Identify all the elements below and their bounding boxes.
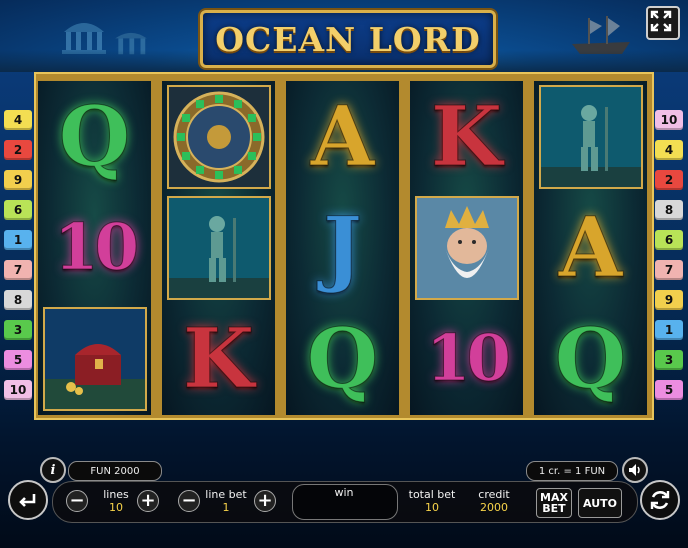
line-indicator-left-1: 1	[4, 230, 32, 250]
reel-3-symbol-3: Q	[286, 303, 399, 414]
ocean-lord-king-icon	[414, 195, 519, 300]
line-bet-value: 1	[222, 501, 230, 514]
line-indicator-left-3: 3	[4, 320, 32, 340]
info-button[interactable]: i	[40, 457, 66, 483]
back-arrow-icon	[19, 494, 36, 507]
reel-5-symbol-1	[534, 81, 647, 192]
reel-3-symbol-2: J	[286, 192, 399, 303]
total-bet-value: 10	[425, 501, 439, 514]
line-bet-label: line bet	[205, 488, 247, 501]
lines-increase-button[interactable]: +	[137, 490, 159, 512]
fun-balance: FUN 2000	[68, 461, 162, 481]
reel-1-symbol-1: Q	[38, 81, 151, 192]
reel-3-symbol-1: A	[286, 81, 399, 192]
line-indicator-left-5: 5	[4, 350, 32, 370]
line-indicator-right-3: 3	[655, 350, 683, 370]
info-icon: i	[50, 462, 56, 478]
line-indicator-left-8: 8	[4, 290, 32, 310]
symbol-K: K	[430, 88, 503, 185]
line-indicator-right-8: 8	[655, 200, 683, 220]
sound-button[interactable]	[622, 457, 648, 483]
reel-4: K 10	[410, 81, 523, 415]
lines-value: 10	[109, 501, 123, 514]
game-header: OCEAN LORD	[0, 0, 688, 72]
line-bet-increase-button[interactable]: +	[254, 490, 276, 512]
compass-medallion-icon	[166, 84, 271, 189]
auto-button[interactable]: AUTO	[578, 488, 622, 518]
mermaid-statue-icon	[538, 84, 643, 189]
spin-button[interactable]	[640, 480, 680, 520]
symbol-J: J	[323, 199, 363, 296]
reel-2-symbol-1	[162, 81, 275, 192]
credit-label: credit	[478, 488, 510, 501]
reel-4-symbol-1: K	[410, 81, 523, 192]
line-indicator-left-9: 9	[4, 170, 32, 190]
line-indicator-left-4: 4	[4, 110, 32, 130]
fullscreen-icon	[650, 10, 672, 32]
reel-4-symbol-3: 10	[410, 303, 523, 414]
symbol-10: 10	[425, 320, 511, 396]
mermaid-statue-icon	[166, 195, 271, 300]
reel-5-symbol-2: A	[534, 192, 647, 303]
symbol-Q: Q	[58, 88, 131, 185]
reel-2: K	[162, 81, 275, 415]
line-indicator-right-1: 1	[655, 320, 683, 340]
spin-arrows-icon	[650, 491, 670, 509]
symbol-K: K	[182, 310, 255, 407]
reel-2-symbol-2	[162, 192, 275, 303]
reel-3: AJQ	[286, 81, 399, 415]
symbol-A: A	[558, 199, 623, 296]
max-bet-button[interactable]: MAX BET	[536, 488, 572, 518]
currency-rate: 1 cr. = 1 FUN	[526, 461, 618, 481]
game-logo: OCEAN LORD	[200, 10, 496, 68]
reel-1: Q 10	[38, 81, 151, 415]
speaker-icon	[629, 464, 640, 476]
symbol-A: A	[310, 88, 375, 185]
symbol-10: 10	[53, 209, 139, 285]
reel-2-symbol-3: K	[162, 303, 275, 414]
reel-5: AQ	[534, 81, 647, 415]
line-indicator-right-10: 10	[655, 110, 683, 130]
game-title: OCEAN LORD	[215, 19, 481, 59]
line-indicator-right-5: 5	[655, 380, 683, 400]
reel-1-symbol-3	[38, 303, 151, 414]
win-label: win	[334, 486, 354, 499]
line-indicator-right-7: 7	[655, 260, 683, 280]
treasure-chest-icon	[42, 306, 147, 411]
line-indicator-right-2: 2	[655, 170, 683, 190]
line-indicator-left-10: 10	[4, 380, 32, 400]
lines-label: lines	[103, 488, 129, 501]
line-indicator-left-6: 6	[4, 200, 32, 220]
symbol-Q: Q	[554, 310, 627, 407]
reels-frame: Q 10 K A J Q K 10 A Q	[34, 72, 654, 420]
line-indicator-left-7: 7	[4, 260, 32, 280]
line-indicator-left-2: 2	[4, 140, 32, 160]
credit-value: 2000	[480, 501, 508, 514]
sunken-temple-icon	[62, 23, 106, 54]
reel-4-symbol-2	[410, 192, 523, 303]
back-button[interactable]	[8, 480, 48, 520]
reel-1-symbol-2: 10	[38, 192, 151, 303]
reel-5-symbol-3: Q	[534, 303, 647, 414]
line-indicator-right-9: 9	[655, 290, 683, 310]
line-indicator-right-6: 6	[655, 230, 683, 250]
lines-decrease-button[interactable]: −	[66, 490, 88, 512]
total-bet-label: total bet	[408, 488, 456, 501]
line-bet-decrease-button[interactable]: −	[178, 490, 200, 512]
line-indicator-right-4: 4	[655, 140, 683, 160]
fullscreen-button[interactable]	[646, 6, 680, 40]
symbol-Q: Q	[306, 310, 379, 407]
